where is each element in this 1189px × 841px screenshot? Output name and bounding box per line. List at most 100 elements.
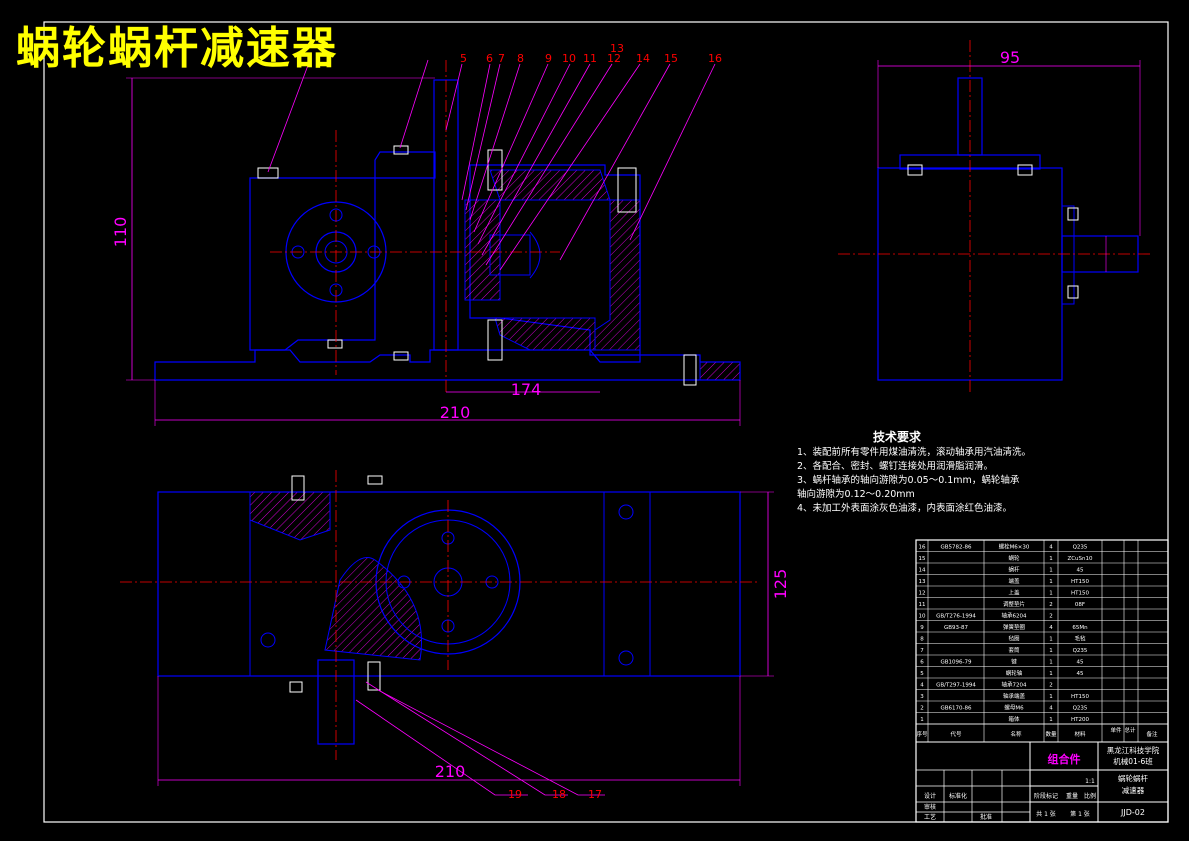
tb-h-qty: 数量 [1045, 730, 1057, 738]
bom-cell-qty: 4 [1049, 625, 1053, 631]
bom-cell-qty: 1 [1049, 556, 1053, 562]
tb-assembly: 组合件 [1048, 752, 1081, 766]
bom-cell-seq: 15 [919, 556, 926, 562]
bom-cell-seq: 14 [919, 568, 926, 574]
tech-item-1: 1、装配前所有零件用煤油清洗，滚动轴承用汽油清洗。 [797, 447, 1032, 458]
tech-item-2: 2、各配合、密封、螺钉连接处用润滑脂润滑。 [797, 461, 994, 472]
tb-name-1: 蜗轮蜗杆 [1118, 773, 1148, 783]
bom-table: 16 GB5782-86 螺栓M6×30 4 Q23515 蜗轮 1 ZCuSn1014 蜗杆 1… [915, 540, 1169, 742]
bom-cell-qty: 1 [1049, 694, 1053, 700]
dim-174-text: 174 [511, 380, 542, 399]
front-worm-arc [529, 231, 541, 279]
bom-cell-seq: 8 [920, 637, 924, 643]
callout-5: 5 [460, 52, 467, 65]
tb-name-2: 减速器 [1122, 785, 1145, 795]
callouts-bottom: 17 18 19 [508, 788, 602, 801]
bom-cell-qty: 2 [1049, 683, 1053, 689]
bom-cell-qty: 1 [1049, 671, 1053, 677]
tb-h-wt: 总计 [1124, 726, 1136, 734]
bom-cell-name: 键 [1011, 658, 1017, 666]
callout-15: 15 [664, 52, 678, 65]
tb-design: 设计 [924, 792, 936, 800]
top-cutout [324, 557, 423, 661]
front-hatch-right [594, 199, 641, 351]
bom-cell-code: GB93-87 [944, 625, 969, 631]
bom-cell-mat: 毛毡 [1074, 635, 1086, 643]
bom-cell-qty: 2 [1049, 614, 1053, 620]
bom-cell-name: 轴承6204 [1002, 612, 1027, 620]
front-left-housing [249, 151, 436, 351]
callout-6: 6 [486, 52, 493, 65]
bom-cell-mat: HT150 [1071, 579, 1089, 585]
bom-cell-mat: Q235 [1073, 706, 1088, 712]
tb-stage: 阶段标记 [1034, 792, 1058, 800]
top-corner-hole-1 [260, 632, 276, 648]
tb-process: 工艺 [924, 813, 936, 821]
bom-cell-seq: 7 [920, 648, 924, 654]
top-hatch-left [249, 491, 331, 541]
tb-sheet-total: 共 1 张 [1036, 810, 1056, 818]
callout-13: 13 [610, 42, 624, 55]
bom-cell-mat: Q235 [1073, 545, 1088, 551]
bom-cell-seq: 13 [919, 579, 926, 585]
bom-cell-qty: 4 [1049, 706, 1053, 712]
front-bolt-7 [393, 351, 409, 361]
bom-cell-seq: 5 [920, 671, 924, 677]
tb-approve: 批准 [980, 813, 992, 821]
tb-h-name: 名称 [1010, 730, 1022, 738]
bom-cell-seq: 12 [919, 591, 926, 597]
tb-drawing-no: JJD-02 [1120, 808, 1145, 817]
callout-14: 14 [636, 52, 650, 65]
bom-cell-name: 螺栓M6×30 [999, 543, 1030, 551]
callout-7: 7 [498, 52, 505, 65]
front-hatch-bottom [494, 317, 596, 351]
tb-h-remark: 备注 [1146, 730, 1158, 738]
bom-cell-name: 毡圈 [1008, 635, 1020, 643]
front-base [154, 349, 741, 381]
front-hatch-base [699, 361, 741, 381]
tb-weight: 重量 [1066, 792, 1078, 800]
bom-cell-name: 套筒 [1008, 646, 1020, 654]
callout-11: 11 [583, 52, 597, 65]
bom-cell-name: 弹簧垫圈 [1003, 623, 1026, 631]
top-corner-hole-3 [618, 650, 634, 666]
front-bolt-6 [327, 339, 343, 349]
bom-cell-name: 蜗轮 [1008, 554, 1020, 562]
front-bolt-1 [257, 167, 279, 179]
tb-class: 机械01-6班 [1113, 756, 1153, 766]
callout-18: 18 [552, 788, 566, 801]
bom-cell-mat: ZCuSn10 [1067, 556, 1093, 562]
bom-cell-seq: 10 [919, 614, 926, 620]
bom-cell-code: GB1096-79 [940, 660, 972, 666]
bom-cell-name: 上盖 [1008, 589, 1020, 597]
tech-item-4: 轴向游隙为0.12～0.20mm [797, 489, 915, 500]
bom-cell-mat: 65Mn [1072, 625, 1088, 631]
side-bolt-1 [907, 164, 923, 176]
cad-drawing: 110 174 210 5 6 7 8 9 10 11 12 13 14 15 … [43, 21, 1169, 823]
bom-cell-name: 调整垫片 [1003, 600, 1025, 608]
bom-cell-qty: 1 [1049, 648, 1053, 654]
bom-cell-qty: 4 [1049, 545, 1053, 551]
top-leaders [355, 681, 605, 796]
callout-10: 10 [562, 52, 576, 65]
front-view: 110 174 210 [111, 59, 741, 426]
bom-cell-name: 蜗杆 [1008, 566, 1020, 574]
bom-cell-mat: 45 [1077, 568, 1084, 574]
callout-9: 9 [545, 52, 552, 65]
bom-cell-seq: 9 [920, 625, 924, 631]
tb-scale: 1:1 [1085, 778, 1095, 785]
tech-requirements: 技术要求 1、装配前所有零件用煤油清洗，滚动轴承用汽油清洗。 2、各配合、密封、… [797, 430, 1031, 516]
front-hatch-left [464, 199, 501, 301]
tb-ratio: 比例 [1084, 792, 1096, 800]
bom-cell-name: 蜗轮轴 [1006, 669, 1023, 677]
tb-school: 黑龙江科技学院 [1107, 745, 1160, 755]
side-bolt-2 [1017, 164, 1033, 176]
bom-cell-qty: 1 [1049, 660, 1053, 666]
bom-cell-mat: 45 [1077, 660, 1084, 666]
top-corner-hole-2 [618, 504, 634, 520]
top-view: 125 210 [120, 470, 790, 796]
bom-cell-name: 箱体 [1008, 715, 1020, 723]
bom-cell-name: 端盖 [1008, 577, 1020, 585]
bom-cell-name: 轴承7204 [1002, 681, 1027, 689]
dim-125-text: 125 [771, 569, 790, 600]
